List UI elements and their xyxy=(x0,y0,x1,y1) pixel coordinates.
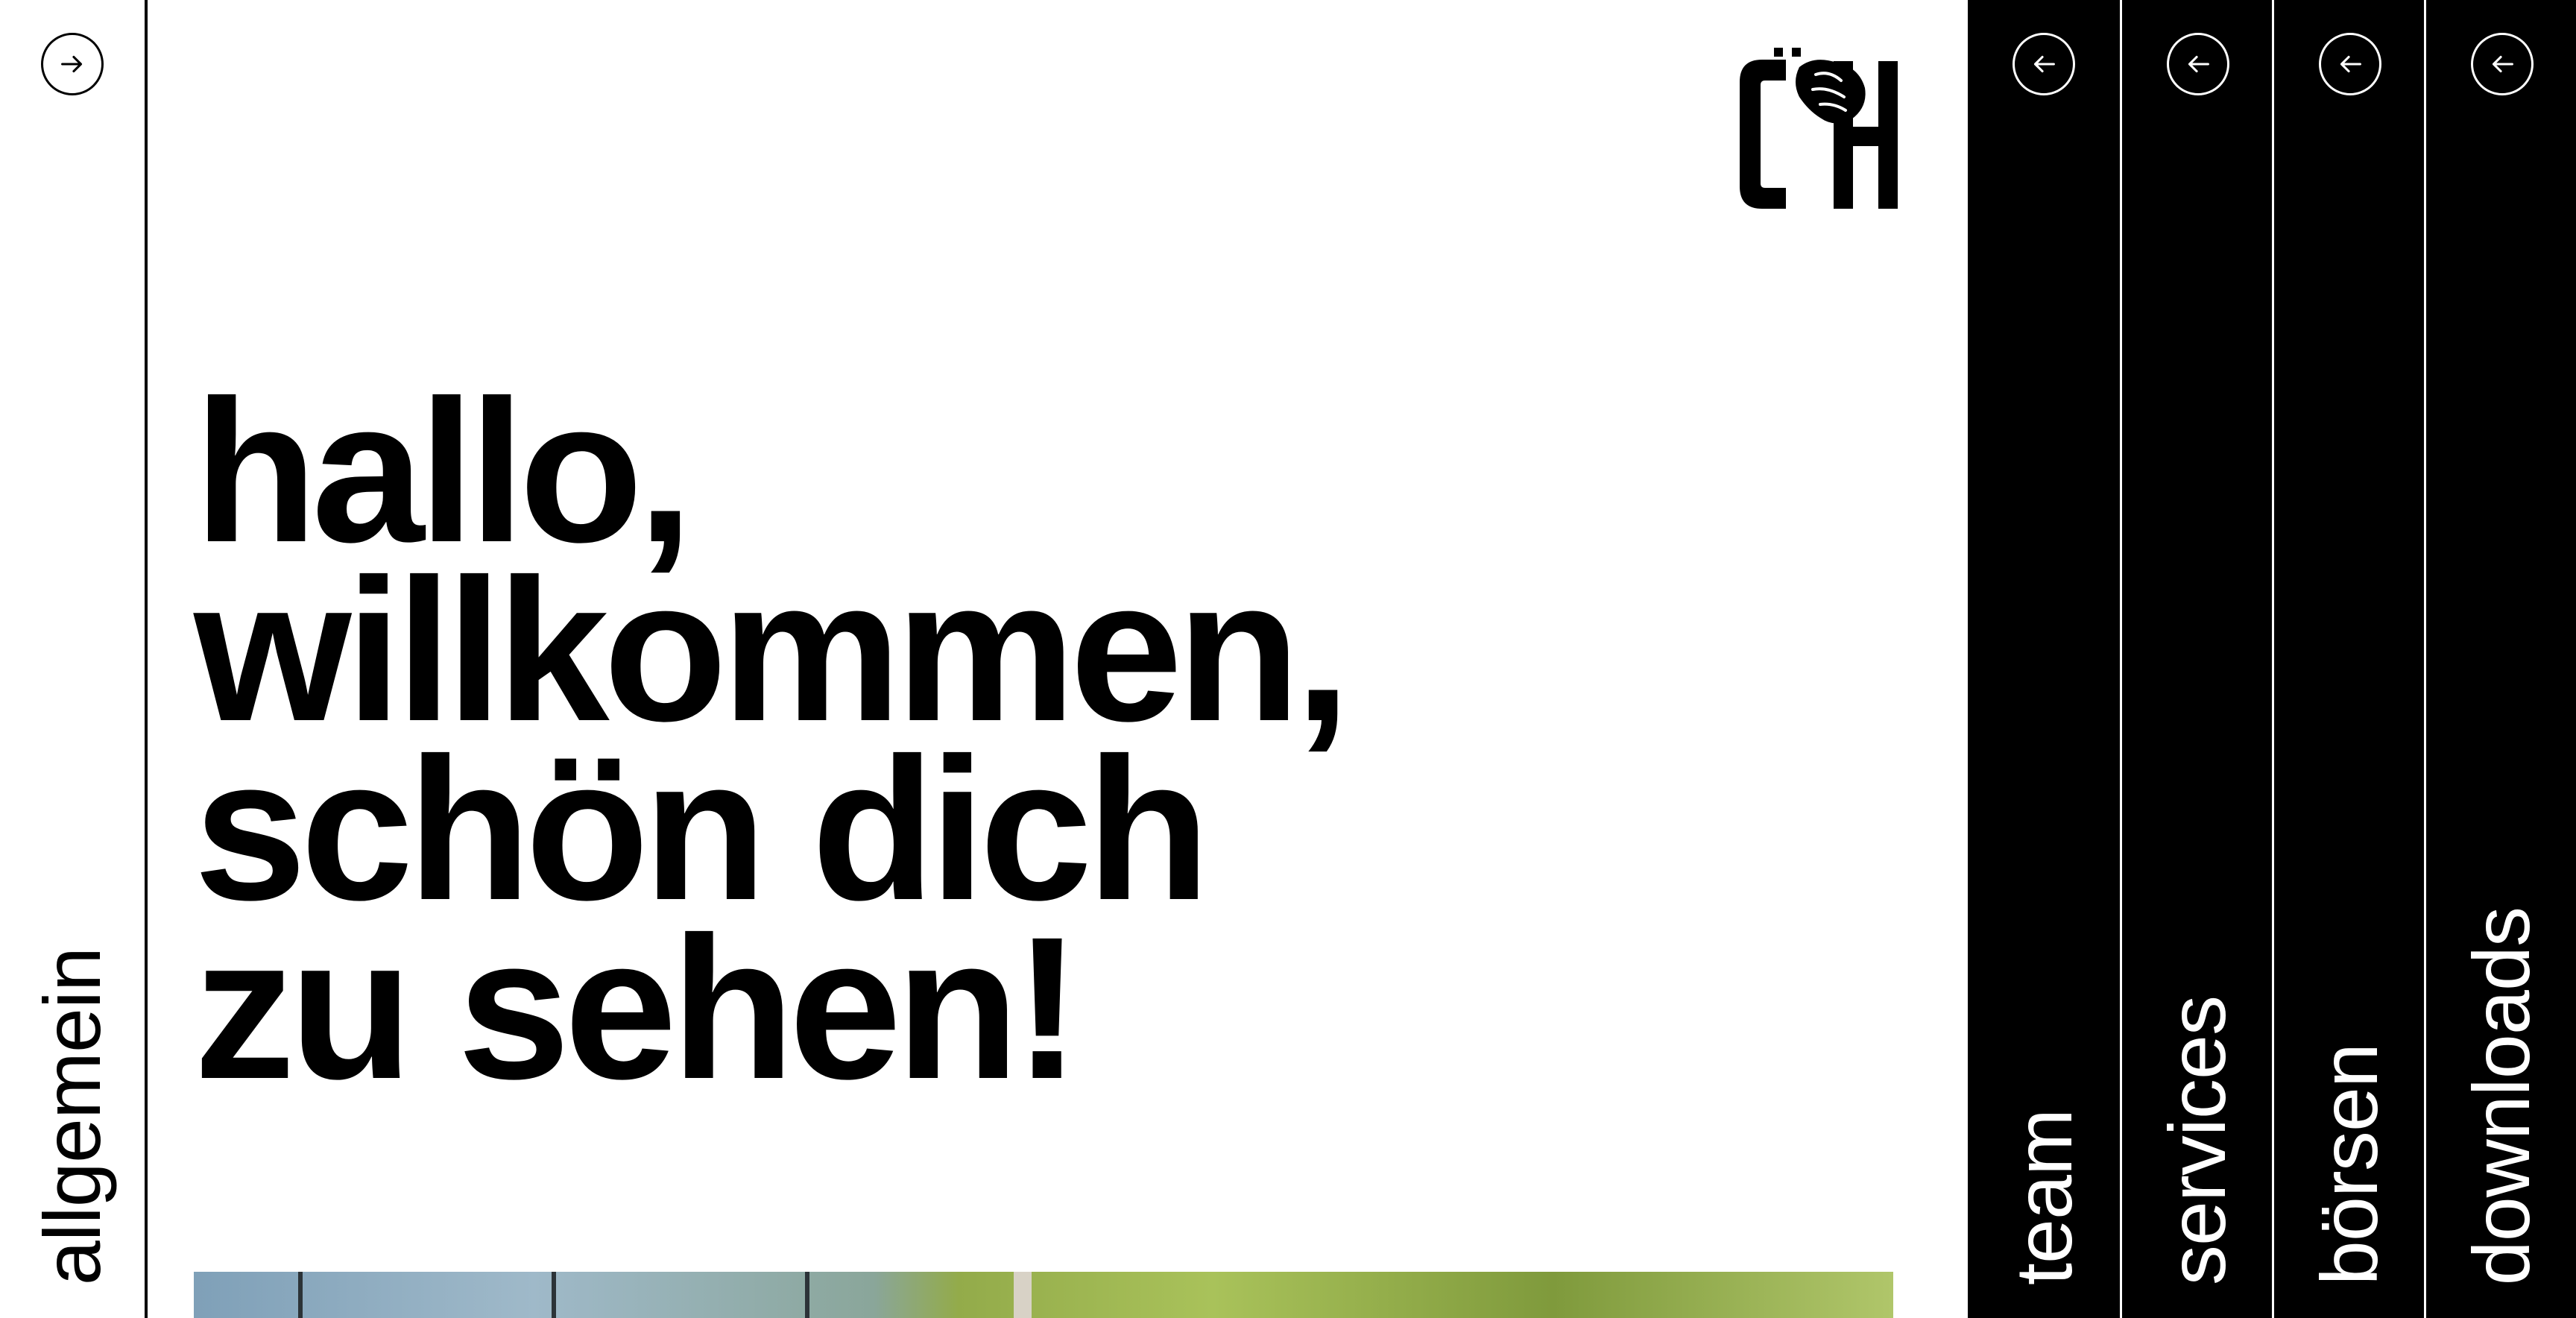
nav-item-team[interactable]: team xyxy=(1968,0,2120,1318)
arrow-right-icon xyxy=(61,55,83,73)
window-frame xyxy=(298,1272,303,1318)
open-team-button[interactable] xyxy=(2012,33,2075,95)
arrow-left-icon xyxy=(2188,55,2209,73)
handshake-icon xyxy=(1740,48,1898,209)
headline-line: hallo, xyxy=(194,358,693,584)
nav-item-services[interactable]: services xyxy=(2120,0,2272,1318)
main-content: hallo, willkommen, schön dich zu sehen! xyxy=(148,0,1968,1318)
open-services-button[interactable] xyxy=(2167,33,2229,95)
nav-item-boersen[interactable]: börsen xyxy=(2272,0,2424,1318)
hero-image xyxy=(194,1272,1893,1318)
headline-line: zu sehen! xyxy=(194,895,1081,1121)
window-frame xyxy=(805,1272,809,1318)
nav-label-boersen: börsen xyxy=(2303,1043,2394,1285)
brand-logo[interactable] xyxy=(1725,45,1904,224)
arrow-left-icon xyxy=(2033,55,2055,73)
open-boersen-button[interactable] xyxy=(2319,33,2381,95)
nav-item-downloads[interactable]: downloads xyxy=(2424,0,2576,1318)
headline-line: willkommen, xyxy=(194,537,1351,763)
window-frame xyxy=(552,1272,556,1318)
panel-allgemein[interactable]: allgemein xyxy=(0,0,148,1318)
nav-label-team: team xyxy=(1998,1109,2089,1285)
arrow-left-icon xyxy=(2492,55,2513,73)
open-downloads-button[interactable] xyxy=(2471,33,2534,95)
welcome-headline: hallo, willkommen, schön dich zu sehen! xyxy=(194,358,1351,1121)
arrow-left-icon xyxy=(2340,55,2361,73)
panel-label-allgemein: allgemein xyxy=(27,947,117,1285)
window-frame xyxy=(1014,1272,1032,1318)
nav-label-downloads: downloads xyxy=(2455,906,2546,1285)
expand-panel-button[interactable] xyxy=(41,33,104,95)
headline-line: schön dich xyxy=(194,716,1210,942)
right-navigation: team services börsen downloads xyxy=(1968,0,2576,1318)
nav-label-services: services xyxy=(2151,995,2242,1285)
